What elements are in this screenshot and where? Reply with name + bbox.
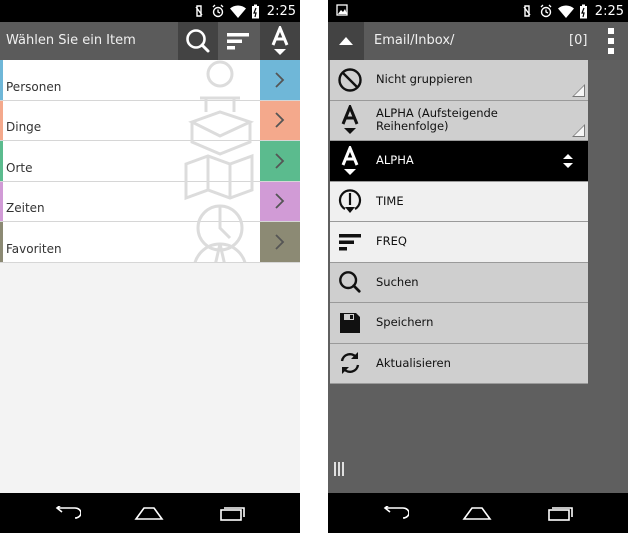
right-phone-screen: 2:25 Email/Inbox/ [0] Nicht gruppieren A… [328,0,628,533]
menu-item-label: FREQ [376,234,407,249]
alarm-icon [212,4,224,18]
more-vertical-icon [608,28,614,54]
list-item-color-strip [0,181,3,221]
list-item-zeiten[interactable]: Zeiten [0,181,300,222]
no-group-icon [338,68,362,92]
list-item-arrow-button[interactable] [260,141,300,181]
recent-apps-button[interactable] [546,503,576,523]
submenu-indicator [572,83,585,97]
list-item-label: Personen [6,79,62,94]
recent-apps-icon [220,507,245,521]
freq-icon [227,33,249,50]
drawer-handle[interactable] [334,462,344,476]
list-item-color-strip [0,222,3,262]
menu-item-no-grouping[interactable]: Nicht gruppieren [330,60,588,101]
message-count: [0] [569,33,588,48]
back-icon [383,506,409,519]
list-item-label: Favoriten [6,241,62,256]
sort-frequency-button[interactable] [218,22,258,60]
menu-item-label: ALPHA [376,153,414,168]
menu-item-time[interactable]: TIME [330,181,588,222]
alarm-icon [540,4,552,18]
recent-apps-icon [548,507,573,521]
menu-item-save[interactable]: Speichern [330,303,588,344]
list-item-personen[interactable]: Personen [0,60,300,101]
search-icon [186,29,210,53]
status-bar: 2:25 [0,0,300,22]
save-icon [340,312,360,333]
wifi-icon [229,4,246,18]
list-item-favoriten[interactable]: Favoriten [0,222,300,263]
list-item-arrow-button[interactable] [260,181,300,221]
menu-item-label: ALPHA (Aufsteigende Reihenfolge) [376,106,498,134]
list-item-label: Dinge [6,120,42,134]
up-down-arrows-icon [563,154,573,168]
home-button[interactable] [462,503,492,523]
navigation-bar [328,493,628,533]
battery-icon [251,4,259,18]
action-bar: Wählen Sie ein Item [0,22,300,60]
refresh-icon [340,352,360,375]
back-button[interactable] [52,503,82,523]
status-time: 2:25 [594,3,624,19]
back-icon [55,506,81,519]
alpha-sort-icon [341,105,359,135]
home-icon [134,507,164,520]
list-item-dinge[interactable]: Dinge [0,100,300,141]
list-item-color-strip [0,60,3,100]
status-time: 2:25 [266,3,296,19]
menu-item-alpha-selected[interactable]: ALPHA [330,141,588,182]
search-button[interactable] [178,22,218,60]
list-item-color-strip [0,141,3,181]
navigation-bar [0,493,300,533]
chevron-right-icon [275,193,285,209]
home-icon [462,507,492,520]
menu-item-freq[interactable]: FREQ [330,222,588,263]
menu-item-label: TIME [376,193,404,208]
recent-apps-button[interactable] [218,503,248,523]
chevron-right-icon [275,234,285,250]
image-notification-icon [336,4,348,16]
vibrate-off-icon [523,5,531,17]
freq-icon [339,233,361,251]
menu-item-label: Nicht gruppieren [376,72,473,87]
back-button[interactable] [380,503,410,523]
list-item-label: Zeiten [6,201,45,215]
menu-item-alpha-ascending[interactable]: ALPHA (Aufsteigende Reihenfolge) [330,100,588,141]
vibrate-off-icon [195,5,203,17]
wifi-icon [557,4,574,18]
menu-item-label: Aktualisieren [376,355,451,370]
folder-path: Email/Inbox/ [374,33,455,48]
menu-item-label: Suchen [376,274,419,289]
menu-item-label: Speichern [376,315,434,330]
collapse-menu-button[interactable] [328,22,364,60]
menu-item-search[interactable]: Suchen [330,262,588,303]
status-bar: 2:25 [328,0,628,22]
chevron-right-icon [275,112,285,128]
sort-options-menu: Nicht gruppieren ALPHA (Aufsteigende Rei… [330,60,588,384]
alpha-sort-icon [271,26,289,55]
sort-alpha-button[interactable] [260,22,300,60]
list-item-label: Orte [6,160,33,175]
overflow-menu-button[interactable] [594,22,628,60]
list-item-arrow-button[interactable] [260,100,300,140]
chevron-right-icon [275,153,285,169]
submenu-indicator [572,124,585,137]
category-list: Personen Dinge Orte Zeiten Favoriten [0,60,300,263]
alpha-sort-icon [341,145,359,175]
list-item-arrow-button[interactable] [260,60,300,100]
chevron-right-icon [275,72,285,88]
home-button[interactable] [134,503,164,523]
list-item-color-strip [0,100,3,140]
menu-item-refresh[interactable]: Aktualisieren [330,343,588,384]
action-bar: Email/Inbox/ [0] [328,22,628,60]
clock-icon [338,189,362,214]
list-item-orte[interactable]: Orte [0,141,300,182]
search-icon [339,271,361,293]
battery-icon [579,4,587,18]
triangle-up-icon [339,37,353,45]
list-item-arrow-button[interactable] [260,222,300,262]
left-phone-screen: 2:25 Wählen Sie ein Item Personen Dinge [0,0,300,533]
page-title: Wählen Sie ein Item [6,33,136,48]
